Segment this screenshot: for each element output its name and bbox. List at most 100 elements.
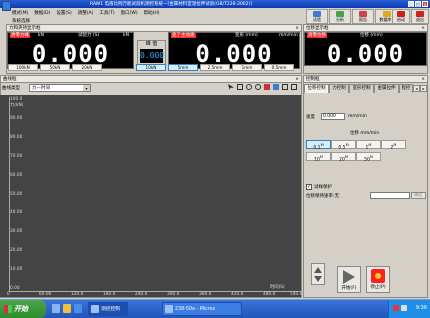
- position-hold-input[interactable]: [370, 192, 410, 199]
- up-arrow-icon: [314, 267, 322, 273]
- toolbar-exit-button[interactable]: 退出: [411, 9, 429, 24]
- y-tick-label: 60.00: [10, 172, 23, 178]
- task-word-document[interactable]: 238-50a - Micros: [162, 302, 242, 316]
- position-zero-tag[interactable]: 消零位移: [307, 33, 327, 38]
- preset-2-button[interactable]: 2M: [381, 140, 406, 151]
- close-button[interactable]: ×: [422, 1, 428, 7]
- task-control-app[interactable]: 测控控制: [88, 302, 128, 316]
- curve-type-select[interactable]: 力—时间 ▾: [29, 84, 91, 92]
- preset-20-button[interactable]: 20M: [331, 152, 356, 163]
- tray-app-icon[interactable]: [393, 305, 399, 311]
- chart-y-axis-area: [0, 95, 9, 291]
- toolbar-start-button[interactable]: 启动: [392, 9, 410, 24]
- refresh-icon[interactable]: [273, 84, 279, 90]
- control-panel-close-icon[interactable]: ×: [421, 76, 425, 83]
- y-tick-label: 40.00: [10, 210, 23, 216]
- chevron-down-icon[interactable]: ▾: [83, 85, 90, 91]
- copy-icon[interactable]: [282, 84, 288, 90]
- menu-adjust[interactable]: 调整(A): [78, 10, 94, 16]
- range-50kn-button[interactable]: 50kN: [40, 64, 70, 71]
- print-icon[interactable]: [291, 84, 297, 90]
- crosshair-icon[interactable]: [237, 84, 243, 90]
- range-2-5mm-button[interactable]: 2.5mm: [200, 64, 230, 71]
- stress-label: 试验力 (S): [78, 33, 100, 38]
- menu-settings[interactable]: 设置(S): [56, 10, 71, 16]
- menu-data[interactable]: 数据(D): [34, 10, 50, 16]
- folder-icon[interactable]: [63, 304, 71, 313]
- menu-tools[interactable]: 工具(T): [99, 10, 114, 16]
- start-button[interactable]: 开始: [0, 300, 46, 318]
- ie-icon[interactable]: [74, 304, 82, 313]
- tab-program-control[interactable]: 程控: [399, 84, 413, 93]
- preset-50-button[interactable]: 50M: [356, 152, 381, 163]
- minimize-button[interactable]: _: [408, 1, 414, 7]
- position-speed-label: 位移 mm/min: [350, 131, 380, 136]
- x-tick-label: 240.0: [135, 292, 148, 297]
- tab-force-control[interactable]: 力控制: [329, 84, 349, 93]
- toolbar-report-button[interactable]: 报告: [352, 9, 374, 24]
- stop-button[interactable]: 停止(P): [366, 266, 390, 293]
- menu-bar: 模式(M) 数据(D) 设置(S) 调整(A) 工具(T) 窗口(W) 帮助(H…: [12, 9, 212, 17]
- speed-input[interactable]: 0.000: [321, 113, 345, 120]
- menu-help[interactable]: 帮助(H): [144, 10, 160, 16]
- clock: 9:36: [415, 305, 427, 311]
- y-tick-label: 30.00: [10, 229, 23, 235]
- preset-0-1-button[interactable]: 0.1M: [306, 140, 331, 151]
- tab-scroll-right-icon[interactable]: ▸: [420, 85, 427, 92]
- jog-button[interactable]: [311, 263, 325, 285]
- specimen-protect-label: 试样保护: [314, 185, 332, 190]
- tab-metal-tensile[interactable]: 金属拉伸: [374, 84, 399, 93]
- tab-deform-control[interactable]: 变形控制: [349, 84, 374, 93]
- force-panel-header: 力和夹持显示框 ×: [7, 25, 301, 32]
- position-display: 消零位移 位移 (mm) 0.000: [304, 32, 427, 68]
- speed-tag[interactable]: 变了主动速: [171, 33, 196, 38]
- position-value: 0.000: [326, 40, 405, 68]
- x-tick-label: 60.00: [39, 292, 52, 297]
- speed-unit: mm/min: [279, 33, 298, 38]
- stress-unit: kN: [123, 33, 129, 38]
- maximize-button[interactable]: □: [415, 1, 421, 7]
- disp-label: 变形 (mm): [235, 33, 258, 38]
- tab-scroll-left-icon[interactable]: ◂: [413, 85, 420, 92]
- range-20kn-button[interactable]: 20kN: [72, 64, 102, 71]
- pen-icon[interactable]: [264, 84, 270, 90]
- x-axis-line: [9, 291, 301, 292]
- volume-icon[interactable]: [401, 305, 407, 311]
- preset-1-button[interactable]: 1M: [356, 140, 381, 151]
- apply-button[interactable]: 确定: [411, 192, 426, 199]
- position-panel-close-icon[interactable]: ×: [421, 25, 425, 32]
- specimen-protect-checkbox[interactable]: ✓: [306, 184, 312, 190]
- menu-mode[interactable]: 模式(M): [12, 10, 28, 16]
- curve-tools: [228, 84, 297, 90]
- force-zero-tag[interactable]: 清零力峰: [10, 33, 30, 38]
- range-5mm-button[interactable]: 5mm: [168, 64, 198, 71]
- x-tick-label: 360.0: [199, 292, 212, 297]
- preset-10-button[interactable]: 10M: [306, 152, 331, 163]
- curve-panel-close-icon[interactable]: ×: [295, 76, 299, 83]
- preset-0-5-button[interactable]: 0.5M: [331, 140, 356, 151]
- zoom-in-icon[interactable]: [246, 84, 252, 90]
- menu-window[interactable]: 窗口(W): [121, 10, 138, 16]
- speed-label: 速度: [306, 115, 315, 120]
- force-panel-close-icon[interactable]: ×: [295, 25, 299, 32]
- force-unit: kN: [38, 33, 44, 38]
- start-run-button[interactable]: 开始(F): [337, 266, 361, 293]
- pointer-icon[interactable]: [228, 84, 234, 90]
- y-axis-label: 力(kN): [10, 103, 24, 108]
- range-1mm-button[interactable]: 1mm: [232, 64, 262, 71]
- toolbar-analysis-button[interactable]: 分析: [329, 9, 351, 24]
- toolbar-test-button[interactable]: 试验: [306, 9, 328, 24]
- desktop-icon[interactable]: [52, 304, 60, 313]
- range-10kn-button[interactable]: 10kN: [136, 64, 166, 71]
- tab-position-control[interactable]: 位移控制: [304, 84, 329, 93]
- y-tick-label: 0.00: [10, 286, 20, 291]
- position-hold-label: 位移保持速率:无: [306, 194, 340, 199]
- range-100kn-button[interactable]: 100kN: [8, 64, 38, 71]
- y-tick-label: 80.00: [10, 134, 23, 140]
- zoom-out-icon[interactable]: [255, 84, 261, 90]
- peak-display: 峰 值 0.000: [137, 40, 166, 67]
- y-tick-label: 50.00: [10, 191, 23, 197]
- title-bar: RAW1 电液比例万能试验机测控系统—[金属材料室温拉伸试验(GB/T228-2…: [0, 0, 430, 8]
- chart-plot-area[interactable]: [9, 95, 301, 291]
- range-0-5mm-button[interactable]: 0.5mm: [264, 64, 294, 71]
